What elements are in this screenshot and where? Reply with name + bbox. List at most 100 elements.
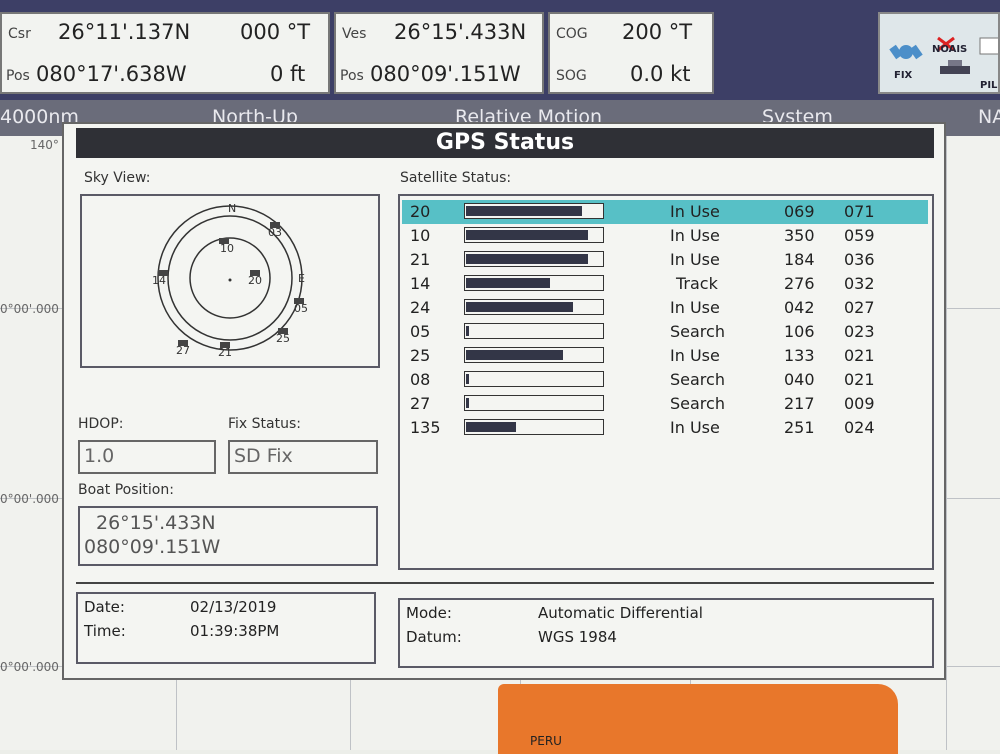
signal-strength-bar — [464, 275, 604, 291]
satellite-row[interactable]: 14 Track 276 032 — [402, 272, 928, 296]
boat-position-label: Boat Position: — [78, 482, 174, 498]
sky-view-plot: N E 10 14 20 05 25 21 27 03 — [152, 202, 308, 359]
pil-label: PIL — [980, 80, 998, 91]
sat-prn: 08 — [410, 370, 431, 389]
fix-status-value: SD Fix — [228, 440, 378, 474]
dialog-title: GPS Status — [76, 128, 934, 158]
fix-status-label: Fix Status: — [228, 416, 301, 432]
vessel-label: Ves — [342, 26, 367, 42]
cog-value: 200 °T — [622, 20, 693, 44]
grid-line — [946, 136, 947, 750]
signal-strength-fill — [466, 422, 516, 432]
satellite-row[interactable]: 20 In Use 069 071 — [402, 200, 928, 224]
sat-elevation: 059 — [844, 226, 875, 245]
signal-strength-bar — [464, 419, 604, 435]
country-label: PERU — [530, 734, 562, 748]
signal-strength-fill — [466, 326, 469, 336]
signal-strength-bar — [464, 227, 604, 243]
signal-strength-fill — [466, 398, 469, 408]
sky-satellite: 27 — [176, 340, 190, 357]
sky-satellite: 21 — [218, 342, 232, 359]
sat-status: In Use — [670, 298, 720, 317]
sat-azimuth: 106 — [784, 322, 815, 341]
vessel-data-box[interactable]: Ves 26°15'.433N Pos 080°09'.151W — [334, 12, 544, 94]
signal-strength-fill — [466, 230, 588, 240]
satellite-row[interactable]: 08 Search 040 021 — [402, 368, 928, 392]
sky-sat-label: 25 — [276, 332, 290, 345]
sky-view-label: Sky View: — [84, 170, 151, 186]
boat-lat: 26°15'.433N — [96, 512, 216, 534]
signal-strength-fill — [466, 350, 563, 360]
signal-strength-fill — [466, 302, 573, 312]
signal-strength-bar — [464, 251, 604, 267]
satellite-status-label: Satellite Status: — [400, 170, 512, 186]
sat-status: In Use — [670, 418, 720, 437]
signal-strength-bar — [464, 347, 604, 363]
sat-elevation: 021 — [844, 370, 875, 389]
sat-azimuth: 217 — [784, 394, 815, 413]
signal-strength-bar — [464, 371, 604, 387]
satellite-row[interactable]: 10 In Use 350 059 — [402, 224, 928, 248]
course-speed-box[interactable]: COG 200 °T SOG 0.0 kt — [548, 12, 714, 94]
cursor-depth: 0 ft — [270, 62, 306, 86]
sky-east-label: E — [298, 272, 305, 285]
sat-prn: 21 — [410, 250, 431, 269]
time-label: Time: — [84, 622, 126, 640]
satellite-row[interactable]: 24 In Use 042 027 — [402, 296, 928, 320]
sky-north-label: N — [228, 202, 236, 215]
sat-azimuth: 040 — [784, 370, 815, 389]
mode-value: Automatic Differential — [538, 604, 703, 622]
signal-strength-fill — [466, 278, 550, 288]
sat-azimuth: 133 — [784, 346, 815, 365]
sat-status: In Use — [670, 346, 720, 365]
date-label: Date: — [84, 598, 125, 616]
sat-prn: 20 — [410, 202, 431, 221]
sat-prn: 135 — [410, 418, 441, 437]
sat-elevation: 023 — [844, 322, 875, 341]
vessel-lat: 26°15'.433N — [394, 20, 527, 44]
satellite-row[interactable]: 27 Search 217 009 — [402, 392, 928, 416]
satellite-status-list[interactable]: 20 In Use 069 071 10 In Use 350 059 21 In Use 184 0… — [398, 194, 934, 570]
signal-strength-bar — [464, 299, 604, 315]
map-lat-label: 0°00'.000 — [0, 492, 59, 506]
satellite-row[interactable]: 21 In Use 184 036 — [402, 248, 928, 272]
sat-elevation: 027 — [844, 298, 875, 317]
separator — [76, 582, 934, 584]
signal-strength-bar — [464, 395, 604, 411]
time-value: 01:39:38PM — [190, 622, 280, 640]
sat-status: In Use — [670, 202, 720, 221]
cursor-data-box[interactable]: Csr 26°11'.137N 000 °T Pos 080°17'.638W … — [0, 12, 330, 94]
sat-azimuth: 184 — [784, 250, 815, 269]
datum-label: Datum: — [406, 628, 462, 646]
sat-prn: 27 — [410, 394, 431, 413]
gps-status-dialog: GPS Status Sky View: N E 10 14 20 05 25 … — [62, 122, 946, 680]
sat-azimuth: 042 — [784, 298, 815, 317]
sky-sat-label: 20 — [248, 274, 262, 287]
satellite-row[interactable]: 135 In Use 251 024 — [402, 416, 928, 440]
map-lat-label: 0°00'.000 — [0, 660, 59, 674]
mode-label: Mode: — [406, 604, 452, 622]
vessel-pos-label: Pos — [340, 68, 364, 84]
sky-satellite: 10 — [219, 238, 234, 255]
sat-status: Search — [670, 322, 725, 341]
chart-na: NA — [978, 106, 1000, 128]
sat-azimuth: 350 — [784, 226, 815, 245]
satellite-row[interactable]: 25 In Use 133 021 — [402, 344, 928, 368]
sat-status: In Use — [670, 250, 720, 269]
sat-prn: 24 — [410, 298, 431, 317]
hdop-value: 1.0 — [78, 440, 216, 474]
sky-satellite: 25 — [276, 328, 290, 345]
sat-elevation: 071 — [844, 202, 875, 221]
sky-sat-label: 14 — [152, 274, 166, 287]
satellite-row[interactable]: 05 Search 106 023 — [402, 320, 928, 344]
sat-elevation: 021 — [844, 346, 875, 365]
sky-view-panel: N E 10 14 20 05 25 21 27 03 — [80, 194, 380, 368]
chart-tools-button[interactable]: FIX NOAIS PIL — [878, 12, 1000, 94]
sat-status: In Use — [670, 226, 720, 245]
sat-elevation: 024 — [844, 418, 875, 437]
cog-label: COG — [556, 26, 588, 42]
sky-sat-label: 05 — [294, 302, 308, 315]
sat-elevation: 032 — [844, 274, 875, 293]
mode-datum-box: Mode: Automatic Differential Datum: WGS … — [398, 598, 934, 668]
signal-strength-fill — [466, 206, 582, 216]
